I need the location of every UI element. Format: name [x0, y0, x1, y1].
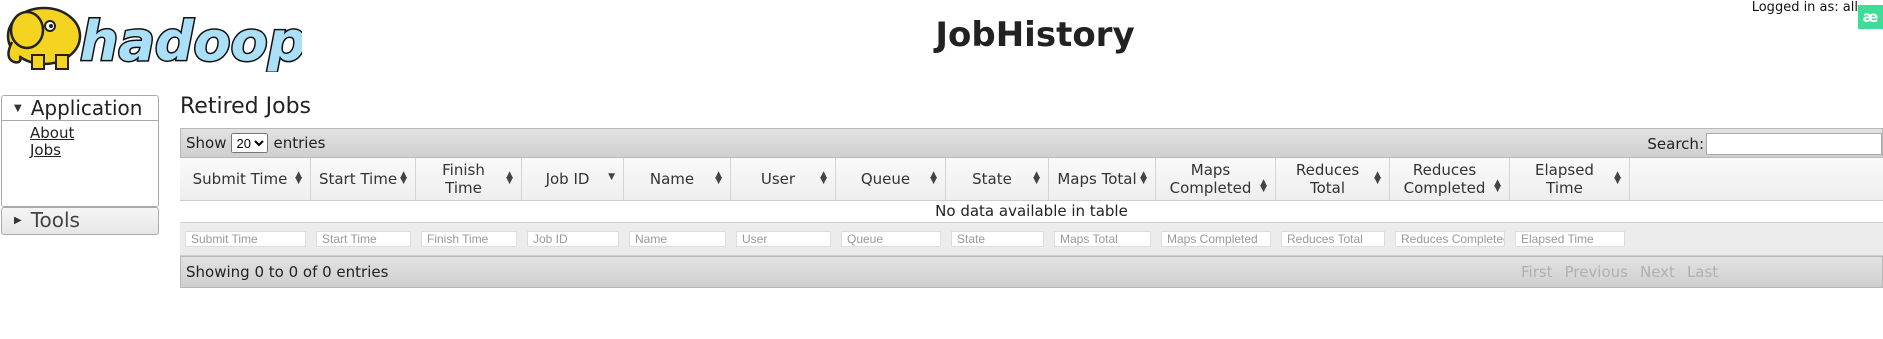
table-info: Showing 0 to 0 of 0 entries	[186, 263, 389, 281]
column-header[interactable]: Finish Time ▲ ▼	[416, 158, 522, 200]
search-label: Search:	[1647, 135, 1704, 153]
pager-next-button[interactable]: Next	[1640, 263, 1675, 281]
triangle-down-icon: ▼	[14, 102, 22, 114]
column-header-label: Name	[649, 170, 695, 188]
sort-icon: ▲ ▼	[1614, 170, 1621, 186]
sidebar-header-label: Application	[30, 96, 143, 120]
page-app-title: JobHistory	[935, 15, 1135, 55]
sort-icon: ▲ ▼	[506, 170, 513, 186]
section-title: Retired Jobs	[180, 94, 312, 119]
sidebar-section-tools[interactable]: ▶ Tools	[1, 207, 159, 235]
column-header-label: Start Time	[318, 170, 398, 188]
column-filter-input[interactable]	[185, 231, 306, 247]
column-filter-input[interactable]	[1161, 231, 1271, 247]
column-filter-input[interactable]	[1281, 231, 1385, 247]
column-filter-input[interactable]	[527, 231, 619, 247]
sidebar-section-application: ▼ Application About Jobs	[1, 95, 159, 207]
sort-icon: ▲ ▼	[930, 170, 937, 186]
sidebar-header-tools[interactable]: ▶ Tools	[2, 208, 158, 232]
column-header[interactable]: Job ID ▼	[522, 158, 624, 200]
table-footer: Showing 0 to 0 of 0 entries First Previo…	[180, 256, 1883, 288]
column-filter-input[interactable]	[316, 231, 411, 247]
show-label: Show	[186, 134, 227, 152]
sort-icon: ▲ ▼	[1033, 170, 1040, 186]
column-filter-input[interactable]	[1395, 231, 1505, 247]
column-header[interactable]: Reduces Completed ▲ ▼	[1390, 158, 1510, 200]
column-header[interactable]: Maps Completed ▲ ▼	[1156, 158, 1276, 200]
triangle-right-icon: ▶	[14, 214, 22, 226]
column-header[interactable]: Elapsed Time ▲ ▼	[1510, 158, 1630, 200]
column-header-label: Reduces Completed	[1403, 161, 1486, 197]
column-header[interactable]: State ▲ ▼	[946, 158, 1049, 200]
sort-desc-icon: ▼	[608, 172, 615, 182]
column-header[interactable]: Queue ▲ ▼	[836, 158, 946, 200]
user-avatar[interactable]: æ	[1858, 5, 1883, 29]
sort-icon: ▲ ▼	[1140, 170, 1147, 186]
column-header[interactable]: Maps Total ▲ ▼	[1049, 158, 1156, 200]
column-header-label: Submit Time	[192, 170, 288, 188]
table-header-row: Submit Time ▲ ▼ Start Time ▲ ▼ Finish Time ▲ ▼ Jo…	[180, 158, 1883, 201]
column-header[interactable]: Reduces Total ▲ ▼	[1276, 158, 1390, 200]
column-filter-input[interactable]	[736, 231, 831, 247]
column-filter-input[interactable]	[841, 231, 941, 247]
page-size-select[interactable]: 20	[231, 133, 269, 153]
column-header[interactable]: User ▲ ▼	[731, 158, 836, 200]
sidebar-link-about[interactable]: About	[30, 125, 158, 142]
logged-in-label: Logged in as: all	[1751, 0, 1858, 15]
sort-icon: ▲ ▼	[1374, 170, 1381, 186]
sort-icon: ▲ ▼	[295, 170, 302, 186]
sort-icon: ▲ ▼	[715, 170, 722, 186]
empty-table-message: No data available in table	[935, 202, 1128, 220]
jobs-table: Show 20 entries Search: Submit Time ▲ ▼ Sta…	[180, 128, 1883, 296]
column-header-label: State	[972, 170, 1012, 188]
table-toolbar: Show 20 entries Search:	[180, 128, 1883, 158]
pager-first-button[interactable]: First	[1521, 263, 1553, 281]
search-input[interactable]	[1706, 133, 1882, 155]
column-header-label: User	[760, 170, 796, 188]
sidebar-header-application[interactable]: ▼ Application	[2, 96, 158, 121]
sidebar-header-label: Tools	[30, 208, 80, 232]
column-header[interactable]: Submit Time ▲ ▼	[180, 158, 311, 200]
column-header[interactable]: Start Time ▲ ▼	[311, 158, 416, 200]
entries-label: entries	[273, 134, 326, 152]
column-header[interactable]: Name ▲ ▼	[624, 158, 731, 200]
column-filter-input[interactable]	[951, 231, 1044, 247]
pager-previous-button[interactable]: Previous	[1565, 263, 1628, 281]
sort-icon: ▲ ▼	[1260, 178, 1267, 194]
sort-icon: ▲ ▼	[1494, 178, 1501, 194]
sort-icon: ▲ ▼	[820, 170, 827, 186]
column-filter-input[interactable]	[629, 231, 726, 247]
column-filter-input[interactable]	[421, 231, 517, 247]
filter-row	[180, 222, 1883, 256]
column-header-label: Reduces Total	[1295, 161, 1360, 197]
column-filter-input[interactable]	[1054, 231, 1151, 247]
column-header-label: Job ID	[545, 170, 590, 188]
pagination: First Previous Next Last	[1521, 257, 1730, 287]
column-header-label: Queue	[860, 170, 911, 188]
column-header-label: Maps Total	[1057, 170, 1137, 188]
column-header-label: Elapsed Time	[1535, 161, 1594, 197]
pager-last-button[interactable]: Last	[1687, 263, 1718, 281]
sidebar-link-jobs[interactable]: Jobs	[30, 142, 158, 159]
sort-icon: ▲ ▼	[400, 170, 407, 186]
column-filter-input[interactable]	[1515, 231, 1625, 247]
column-header-label: Maps Completed	[1169, 161, 1252, 197]
